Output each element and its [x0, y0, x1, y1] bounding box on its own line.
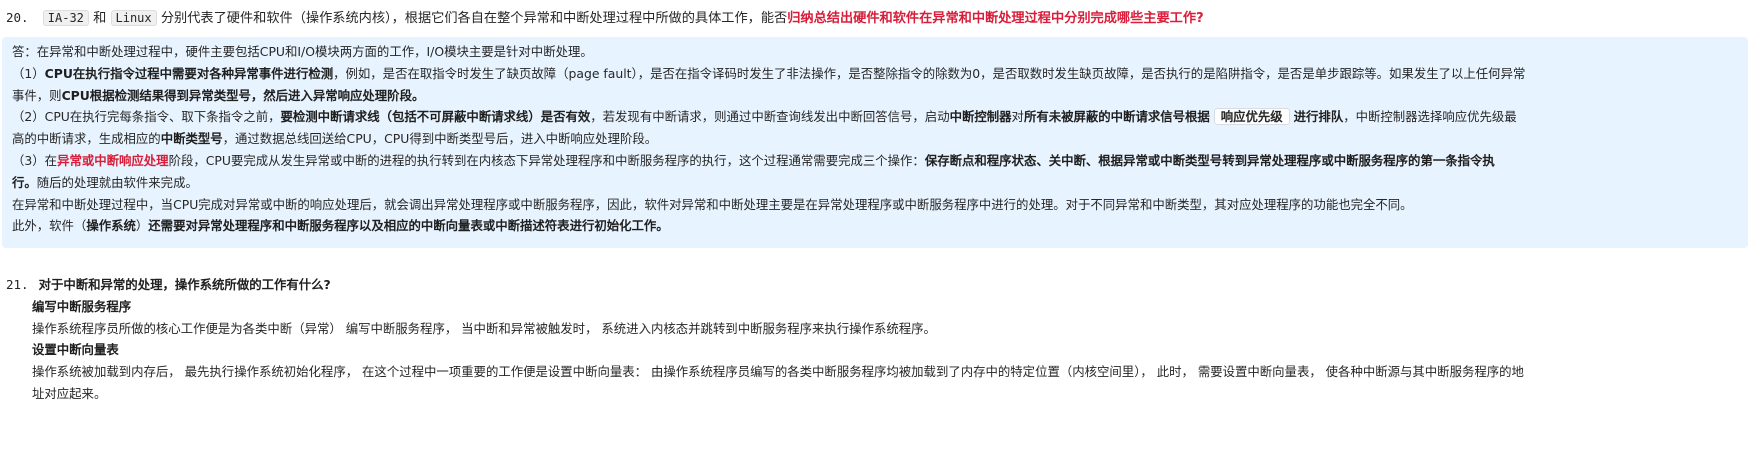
question-title: 对于中断和异常的处理，操作系统所做的工作有什么? [38, 277, 331, 292]
point-text: 随后的处理就由软件来完成。 [36, 174, 198, 190]
answer-box: 答：在异常和中断处理过程中，硬件主要包括CPU和I/O模块两方面的工作，I/O模… [2, 37, 1748, 248]
point-bold: 还需要对异常处理程序和中断服务程序以及相应的中断向量表或中断描述符表进行初始化工… [148, 218, 669, 234]
point-text: ） [135, 218, 149, 234]
point-text: 阶段，CPU要完成从发生异常或中断的进程的执行转到在内核态下异常处理程序和中断服… [168, 152, 925, 168]
point-bold: 保存断点和程序状态、关中断、根据异常或中断类型号转到异常处理程序或中断服务程序的… [924, 152, 1495, 168]
question-number: 21. [6, 277, 29, 292]
point-text: ，中断控制器选择响应优先级最 [1343, 109, 1517, 125]
point-bold: 要检测中断请求线（包括不可屏蔽中断请求线）是否有效 [280, 109, 591, 125]
question-21: 21. 对于中断和异常的处理，操作系统所做的工作有什么? 编写中断服务程序 操作系… [6, 274, 1745, 405]
point-prefix: （2）CPU在执行完每条指令、取下条指令之前， [12, 109, 281, 125]
question-highlight: 归纳总结出硬件和软件在异常和中断处理过程中分别完成哪些主要工作? [787, 11, 1204, 26]
point-text: ，例如，是否在取指令时发生了缺页故障（page fault），是否在指令译码时发… [333, 65, 1526, 81]
answer-point-1: （1）CPU在执行指令过程中需要对各种异常事件进行检测，例如，是否在取指令时发生… [12, 63, 1738, 107]
section-text: 操作系统被加载到内存后， 最先执行操作系统初始化程序， 在这个过程中一项重要的工… [6, 361, 1745, 405]
point-bold: CPU根据检测结果得到异常类型号，然后进入异常响应处理阶段。 [61, 87, 425, 103]
point-bold: 中断类型号 [160, 131, 223, 147]
answer-point-2: （2）CPU在执行完每条指令、取下条指令之前，要检测中断请求线（包括不可屏蔽中断… [12, 106, 1738, 150]
point-text: 对 [1011, 109, 1024, 125]
point-bold: 进行排队 [1293, 109, 1344, 125]
question-number: 20. [6, 10, 29, 25]
answer-point-3: （3）在异常或中断响应处理阶段，CPU要完成从发生异常或中断的进程的执行转到在内… [12, 150, 1738, 194]
point-prefix: （1） [12, 65, 45, 81]
question-text: 分别代表了硬件和软件（操作系统内核），根据它们各自在整个异常和中断处理过程中所做… [160, 11, 788, 26]
answer-last: 此外，软件（操作系统）还需要对异常处理程序和中断服务程序以及相应的中断向量表或中… [12, 215, 1738, 237]
point-bold: 行。 [12, 174, 37, 190]
point-text: ，若发现有中断请求，则通过中断查询线发出中断回答信号，启动 [590, 109, 950, 125]
point-bold: 中断控制器 [949, 109, 1012, 125]
answer-software: 在异常和中断处理过程中，当CPU完成对异常或中断的响应处理后，就会调出异常处理程… [12, 196, 1413, 212]
inline-code-linux: Linux [110, 10, 157, 26]
priority-tag: 响应优先级 [1213, 108, 1290, 126]
text-he: 和 [93, 11, 107, 26]
question-20: 20. IA-32 和 Linux 分别代表了硬件和软件（操作系统内核），根据它… [6, 8, 1745, 29]
point-bold: 操作系统 [86, 218, 136, 234]
section-heading: 编写中断服务程序 [32, 298, 132, 314]
section-heading: 设置中断向量表 [32, 342, 119, 358]
section-text: 操作系统程序员所做的核心工作便是为各类中断（异常） 编写中断服务程序， 当中断和… [32, 320, 936, 336]
inline-code-ia32: IA-32 [42, 10, 89, 26]
point-text: 事件，则 [12, 87, 62, 103]
answer-intro: 答：在异常和中断处理过程中，硬件主要包括CPU和I/O模块两方面的工作，I/O模… [12, 44, 593, 59]
point-bold: CPU在执行指令过程中需要对各种异常事件进行检测 [44, 65, 334, 81]
point-text: ，通过数据总线回送给CPU，CPU得到中断类型号后，进入中断响应处理阶段。 [222, 131, 658, 147]
section-text-line: 址对应起来。 [32, 385, 107, 401]
point-highlight: 异常或中断响应处理 [57, 152, 169, 168]
point-text: 高的中断请求，生成相应的 [12, 131, 161, 147]
point-bold: 所有未被屏蔽的中断请求信号根据 [1023, 109, 1210, 125]
point-text: 此外，软件（ [12, 218, 87, 234]
point-prefix: （3）在 [12, 152, 58, 168]
section-text-line: 操作系统被加载到内存后， 最先执行操作系统初始化程序， 在这个过程中一项重要的工… [32, 364, 1524, 380]
